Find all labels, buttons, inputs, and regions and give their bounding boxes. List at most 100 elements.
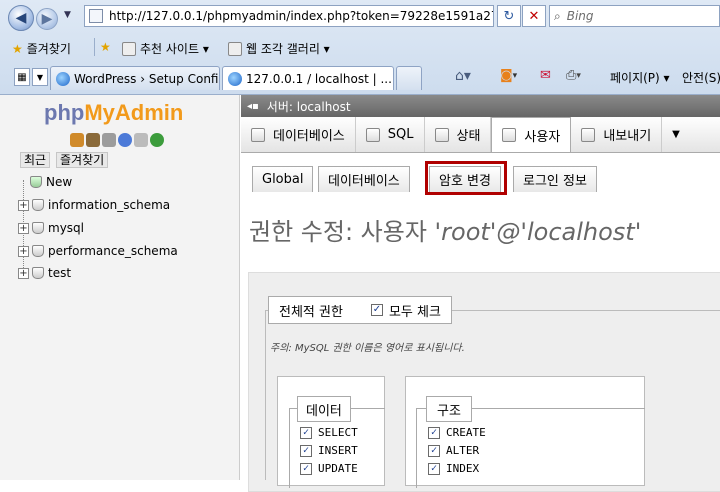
search-placeholder: Bing <box>566 9 594 23</box>
exit-icon[interactable] <box>86 133 100 147</box>
tree-item-performance-schema[interactable]: + performance_schema <box>18 244 178 258</box>
menu-users[interactable]: 사용자 <box>491 117 572 152</box>
legend-label: 전체적 권한 <box>279 304 343 320</box>
menu-export[interactable]: 내보내기 <box>571 117 663 152</box>
history-dropdown-icon[interactable]: ▼ <box>64 10 71 20</box>
server-breadcrumb: ◂▪ 서버: localhost <box>241 95 720 117</box>
expand-icon[interactable]: + <box>18 267 29 279</box>
tree-item-new[interactable]: New <box>30 175 72 189</box>
database-icon <box>251 127 265 142</box>
reload-icon[interactable] <box>150 133 164 147</box>
priv-label: INDEX <box>446 462 480 475</box>
tree-item-information-schema[interactable]: + information_schema <box>18 198 170 212</box>
tree-item-test[interactable]: + test <box>18 266 71 280</box>
database-icon <box>32 199 44 211</box>
web-slice-gallery-link[interactable]: 웹 조각 갤러리 ▾ <box>228 40 330 57</box>
logo-php: php <box>44 100 85 125</box>
forward-button[interactable]: ▶ <box>36 8 58 30</box>
menu-sql[interactable]: SQL <box>356 117 425 152</box>
priv-label: SELECT <box>318 426 358 439</box>
collapse-icon[interactable]: ◂▪ <box>247 101 259 112</box>
tree-label: performance_schema <box>48 244 178 258</box>
web-slice-gallery-label: 웹 조각 갤러리 ▾ <box>246 42 330 56</box>
database-icon <box>32 245 44 257</box>
expand-icon[interactable]: + <box>18 245 29 257</box>
priv-alter[interactable]: ✓ ALTER <box>428 444 479 457</box>
expand-icon[interactable]: + <box>18 199 29 211</box>
priv-checkbox[interactable]: ✓ <box>300 426 312 439</box>
priv-checkbox[interactable]: ✓ <box>300 444 312 457</box>
safety-menu[interactable]: 안전(S) <box>682 69 720 86</box>
check-all-label[interactable]: 모두 체크 <box>389 301 441 320</box>
address-text: http://127.0.0.1/phpmyadmin/index.php?to… <box>109 9 494 23</box>
tab-list-icon[interactable]: ▼ <box>32 68 48 86</box>
priv-label: ALTER <box>446 444 480 457</box>
priv-insert[interactable]: ✓ INSERT <box>300 444 358 457</box>
quick-tabs-icon[interactable]: ▦ <box>14 68 30 86</box>
mail-icon[interactable]: ✉ <box>540 68 551 83</box>
structure-group-title: 구조 <box>426 396 472 422</box>
database-icon <box>32 267 44 279</box>
search-input[interactable]: ⌕ Bing <box>549 5 720 27</box>
new-tab-button[interactable] <box>396 66 422 90</box>
back-button[interactable]: ◀ <box>8 5 34 31</box>
menu-label: SQL <box>387 127 414 142</box>
address-bar[interactable]: http://127.0.0.1/phpmyadmin/index.php?to… <box>84 5 494 27</box>
priv-label: CREATE <box>446 426 486 439</box>
sql-query-icon[interactable] <box>102 133 116 147</box>
menu-label: 사용자 <box>524 129 561 145</box>
sql-icon <box>365 127 380 142</box>
priv-checkbox[interactable]: ✓ <box>428 444 440 457</box>
priv-checkbox[interactable]: ✓ <box>428 462 440 475</box>
database-icon <box>32 222 44 234</box>
recommended-sites-label: 추천 사이트 ▾ <box>140 42 209 56</box>
home-icon[interactable]: ⌂▾ <box>455 68 471 84</box>
subtab-database[interactable]: 데이터베이스 <box>318 166 410 192</box>
rss-icon[interactable]: ◙ ▾ <box>500 68 517 83</box>
check-all-checkbox[interactable]: ✓ <box>370 304 383 316</box>
add-favorite-button[interactable]: ★ <box>100 40 111 54</box>
recommended-sites-link[interactable]: 추천 사이트 ▾ <box>122 40 209 57</box>
priv-create[interactable]: ✓ CREATE <box>428 426 486 439</box>
tab-wordpress[interactable]: WordPress › Setup Config... <box>50 66 220 90</box>
new-db-icon <box>30 176 42 188</box>
docs-icon[interactable] <box>134 133 148 147</box>
users-icon <box>502 128 517 142</box>
stop-button[interactable]: ✕ <box>522 5 546 27</box>
page-title: 권한 수정: 사용자 'root'@'localhost' <box>249 212 641 247</box>
priv-index[interactable]: ✓ INDEX <box>428 462 479 475</box>
priv-update[interactable]: ✓ UPDATE <box>300 462 358 475</box>
tab-recent[interactable]: 최근 <box>20 152 51 168</box>
top-menu: 데이터베이스 SQL 상태 사용자 내보내기 ▼ <box>241 117 720 153</box>
menu-more[interactable]: ▼ <box>662 117 690 152</box>
phpmyadmin-logo[interactable]: phpMyAdmin <box>44 100 183 126</box>
page-menu[interactable]: 페이지(P) ▾ <box>610 69 670 86</box>
tree-item-mysql[interactable]: + mysql <box>18 221 84 235</box>
server-label[interactable]: 서버: localhost <box>267 98 351 115</box>
tab-label: 127.0.0.1 / localhost | ... <box>246 71 392 86</box>
priv-select[interactable]: ✓ SELECT <box>300 426 358 439</box>
logo-admin: Admin <box>114 100 184 125</box>
favorites-button[interactable]: ★ 즐겨찾기 <box>12 40 71 57</box>
global-privileges-legend: 전체적 권한 ✓ 모두 체크 <box>268 296 452 324</box>
tab-phpmyadmin[interactable]: 127.0.0.1 / localhost | ... ✕ <box>222 66 394 90</box>
priv-checkbox[interactable]: ✓ <box>428 426 440 439</box>
menu-databases[interactable]: 데이터베이스 <box>241 117 356 152</box>
compat-refresh-button[interactable]: ↻ <box>497 5 521 27</box>
page-title-user: 'root'@'localhost' <box>434 218 642 246</box>
ie-icon <box>228 71 242 86</box>
ie-icon <box>56 71 70 86</box>
priv-checkbox[interactable]: ✓ <box>300 462 312 475</box>
subtab-global[interactable]: Global <box>252 166 314 192</box>
subtab-change-password[interactable]: 암호 변경 <box>429 166 501 192</box>
tab-favorites[interactable]: 즐겨찾기 <box>56 152 109 168</box>
search-icon: ⌕ <box>554 8 561 23</box>
close-tab-icon[interactable]: ✕ <box>392 72 393 86</box>
menu-label: 상태 <box>456 129 481 144</box>
help-icon[interactable] <box>118 133 132 147</box>
home-icon[interactable] <box>70 133 84 147</box>
print-icon[interactable]: ⎙ ▾ <box>566 68 581 83</box>
expand-icon[interactable]: + <box>18 222 29 234</box>
subtab-login-info[interactable]: 로그인 정보 <box>513 166 597 192</box>
menu-status[interactable]: 상태 <box>425 117 492 152</box>
